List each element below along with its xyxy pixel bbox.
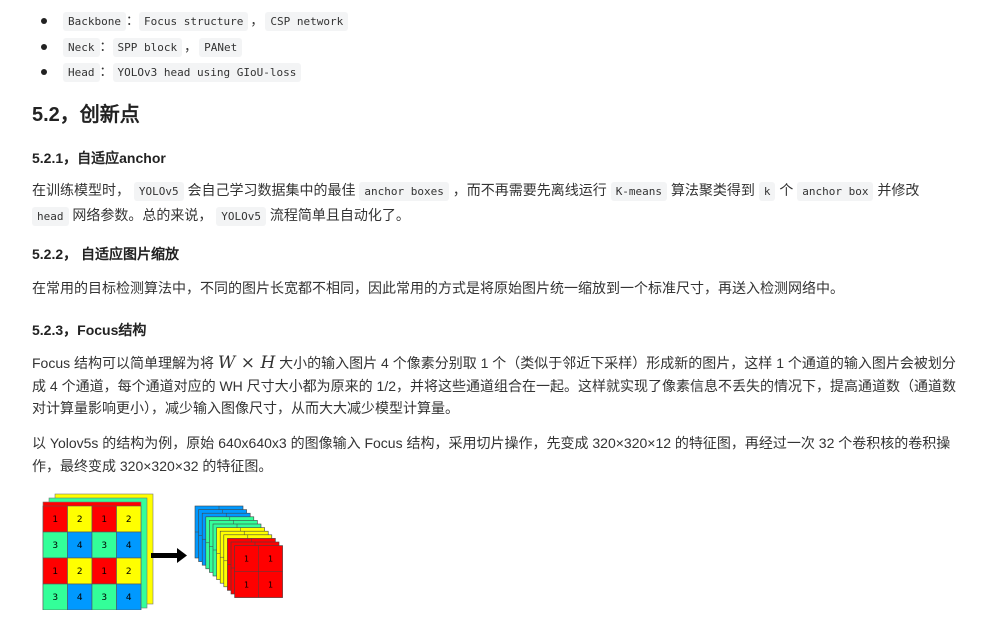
math-formula: W × H xyxy=(217,353,276,373)
inline-code: Backbone xyxy=(63,12,126,31)
slice-label: 1 xyxy=(268,555,273,564)
pixel-label: 4 xyxy=(77,541,83,551)
paragraph-focus-2: 以 Yolov5s 的结构为例，原始 640x640x3 的图像输入 Focus… xyxy=(32,435,951,474)
output-slice-stack: 1 1 1 1 xyxy=(194,505,283,598)
arrow-icon xyxy=(151,548,187,563)
pixel-label: 2 xyxy=(77,515,83,525)
inline-code: anchor boxes xyxy=(359,182,449,201)
inline-code: YOLOv3 head using GIoU-loss xyxy=(112,63,302,82)
slice-label: 1 xyxy=(244,581,249,590)
subsection-heading-focus: 5.2.3，Focus结构 xyxy=(32,322,147,338)
pixel-label: 2 xyxy=(77,567,83,577)
paragraph-resize: 在常用的目标检测算法中，不同的图片长宽都不相同，因此常用的方式是将原始图片统一缩… xyxy=(32,280,844,296)
inline-code: head xyxy=(32,206,69,226)
paragraph-anchor: 在训练模型时， YOLOv5 会自己学习数据集中的最佳 anchor boxes… xyxy=(32,179,962,228)
pixel-label: 1 xyxy=(101,567,107,577)
pixel-label: 1 xyxy=(101,515,107,525)
inline-code: Neck xyxy=(63,37,100,57)
subsection-heading-anchor: 5.2.1，自适应anchor xyxy=(32,150,166,166)
pixel-label: 3 xyxy=(101,593,107,603)
slice-label: 1 xyxy=(268,581,273,590)
section-heading: 5.2，创新点 xyxy=(32,104,140,126)
inline-code: YOLOv5 xyxy=(133,182,184,201)
inline-code: SPP block xyxy=(112,37,183,57)
pixel-label: 4 xyxy=(126,593,132,603)
pixel-grid: 1 2 1 2 3 4 3 4 1 2 1 2 3 4 3 4 xyxy=(42,505,142,610)
architecture-list: Backbone： Focus structure， CSP network Nec… xyxy=(32,10,349,87)
list-item-backbone: Backbone： Focus structure， CSP network xyxy=(32,10,349,36)
pixel-label: 1 xyxy=(52,515,58,525)
list-item-head: Head： YOLOv3 head using GIoU-loss xyxy=(32,61,348,87)
pixel-label: 4 xyxy=(77,593,83,603)
inline-code: K-means xyxy=(610,182,668,201)
inline-code: k xyxy=(758,182,776,201)
inline-code: PANet xyxy=(199,37,243,57)
paragraph-focus-1: Focus 结构可以简单理解为将 W × H 大小的输入图片 4 个像素分别取 … xyxy=(32,353,957,416)
inline-code: Head xyxy=(63,63,100,82)
inline-code: YOLOv5 xyxy=(216,206,267,226)
subsection-heading-resize: 5.2.2， 自适应图片缩放 xyxy=(32,246,180,262)
inline-code: anchor box xyxy=(797,182,874,201)
pixel-label: 1 xyxy=(52,567,58,577)
slice-label: 1 xyxy=(244,555,249,564)
list-item-neck: Neck： SPP block， PANet xyxy=(32,36,348,62)
inline-code: CSP network xyxy=(265,12,349,31)
pixel-label: 3 xyxy=(101,541,107,551)
pixel-label: 3 xyxy=(52,593,58,603)
pixel-label: 3 xyxy=(52,541,58,551)
pixel-label: 4 xyxy=(126,541,132,551)
focus-diagram: 1 2 1 2 3 4 3 4 1 2 1 2 3 4 3 4 1 1 1 1 xyxy=(42,493,283,610)
input-image-stack: 1 2 1 2 3 4 3 4 1 2 1 2 3 4 3 4 xyxy=(42,493,154,610)
pixel-label: 2 xyxy=(126,515,132,525)
inline-code: Focus structure xyxy=(139,12,249,31)
pixel-label: 2 xyxy=(126,567,132,577)
